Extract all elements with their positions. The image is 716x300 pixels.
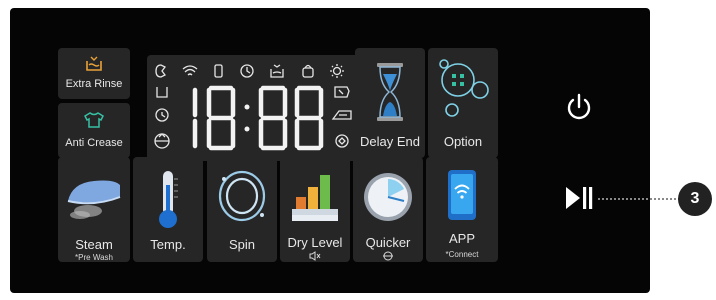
steam-sublabel: *Pre Wash	[75, 253, 113, 262]
app-sublabel: *Connect	[445, 250, 479, 259]
delay-end-label: Delay End	[360, 134, 420, 149]
temp-button[interactable]: Temp.	[133, 157, 203, 262]
extra-rinse-label: Extra Rinse	[65, 78, 123, 90]
side-icons-left	[153, 85, 173, 155]
callout-leader-line	[598, 198, 680, 200]
quicker-label: Quicker	[365, 235, 411, 250]
status-icons-row	[153, 63, 357, 79]
temp-label: Temp.	[150, 237, 186, 252]
anti-crease-button[interactable]: Anti Crease	[58, 103, 130, 158]
option-label: Option	[443, 134, 483, 149]
steam-button[interactable]: Steam *Pre Wash	[58, 157, 130, 262]
spin-swirl-icon	[216, 167, 268, 225]
clock-icon	[362, 171, 414, 223]
extra-rinse-button[interactable]: Extra Rinse	[58, 48, 130, 99]
dry-level-button[interactable]: Dry Level	[280, 157, 350, 262]
callout-badge: 3	[678, 182, 712, 216]
power-icon	[567, 93, 591, 120]
steam-iron-icon	[64, 171, 124, 221]
spin-label: Spin	[228, 237, 256, 252]
lock-small-icon	[382, 251, 394, 261]
anti-crease-label: Anti Crease	[65, 137, 123, 149]
dry-level-label: Dry Level	[287, 235, 343, 250]
shirt-icon	[84, 112, 104, 128]
start-pause-button[interactable]	[564, 184, 594, 212]
delay-end-button[interactable]: Delay End	[355, 48, 425, 158]
control-panel: Extra Rinse Anti Crease Delay End Option…	[10, 8, 650, 293]
smartphone-wifi-icon	[446, 169, 478, 221]
steam-label: Steam	[75, 237, 113, 252]
app-label: APP	[448, 231, 475, 246]
mute-icon	[309, 251, 321, 261]
side-icons-right	[331, 85, 355, 155]
app-connect-button[interactable]: APP *Connect	[426, 157, 498, 262]
hourglass-icon	[375, 62, 405, 122]
play-pause-icon	[566, 187, 593, 209]
time-digits	[177, 85, 327, 151]
extra-rinse-icon	[85, 56, 103, 72]
bubbles-icon	[436, 56, 492, 126]
quicker-button[interactable]: Quicker	[353, 157, 423, 262]
thermometer-icon	[155, 169, 181, 231]
spin-button[interactable]: Spin	[207, 157, 277, 262]
status-display	[147, 55, 361, 161]
option-button[interactable]: Option	[428, 48, 498, 158]
dry-level-bars-icon	[290, 169, 342, 227]
power-button[interactable]	[564, 92, 594, 122]
